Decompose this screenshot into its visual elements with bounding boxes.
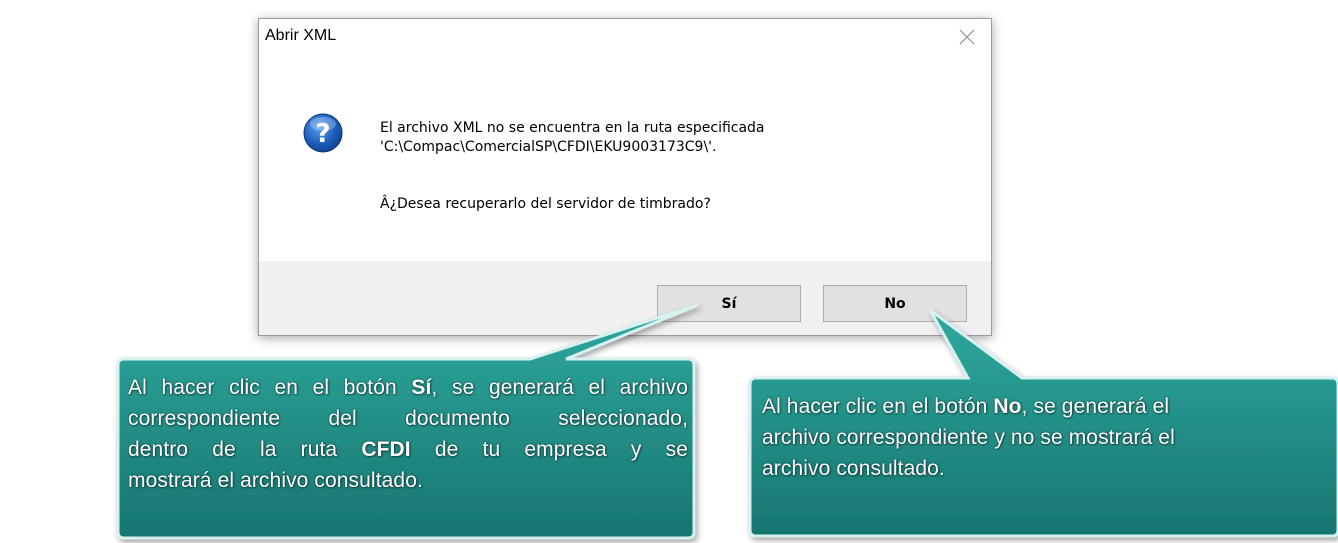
message-line-1: El archivo XML no se encuentra en la rut… — [380, 120, 765, 136]
callout-left-bold-cfdi: CFDI — [361, 438, 411, 461]
close-button[interactable] — [945, 21, 989, 53]
no-button[interactable]: No — [823, 285, 967, 322]
callout-right-line1-post: , se generará el — [1021, 395, 1170, 418]
callout-left-line1-pre: Al hacer clic en el botón — [128, 376, 412, 399]
yes-button[interactable]: Sí — [657, 285, 801, 322]
question-icon: ? — [303, 113, 343, 153]
message-question: Â¿Desea recuperarlo del servidor de timb… — [380, 196, 711, 212]
close-icon — [959, 29, 975, 45]
callout-left-line-1: Al hacer clic en el botón Sí, se generar… — [128, 372, 688, 403]
callout-right-bold-no: No — [993, 395, 1022, 418]
callout-left-line3-pre: dentro de la ruta — [128, 438, 362, 461]
dialog-content: ? El archivo XML no se encuentra en la r… — [259, 55, 991, 263]
callout-right-line1-pre: Al hacer clic en el botón — [762, 395, 994, 418]
callout-right-line-3: archivo consultado. — [762, 457, 945, 480]
callout-left-bold-si: Sí — [411, 376, 432, 399]
callout-right-line-1: Al hacer clic en el botón No, se generar… — [762, 391, 1332, 422]
callout-left-line-2: correspondiente del documento selecciona… — [128, 407, 688, 430]
dialog-footer: Sí No — [259, 261, 991, 335]
callout-right-line-2: archivo correspondiente y no se mostrará… — [762, 426, 1175, 449]
svg-text:?: ? — [315, 119, 330, 149]
title-bar: Abrir XML — [259, 19, 991, 55]
callout-right-text: Al hacer clic en el botón No, se generar… — [762, 391, 1332, 484]
dialog-title: Abrir XML — [265, 27, 337, 44]
callout-left-line1-post: , se generará el archivo — [431, 376, 688, 399]
abrir-xml-dialog: Abrir XML ? El archivo XML no se encuent… — [258, 18, 992, 336]
callout-left-line3-post: de tu empresa y se — [410, 438, 688, 461]
dialog-message: El archivo XML no se encuentra en la rut… — [380, 119, 765, 212]
message-line-2: 'C:\Compac\ComercialSP\CFDI\EKU9003173C9… — [380, 139, 717, 155]
callout-left-text: Al hacer clic en el botón Sí, se generar… — [128, 372, 688, 496]
callout-left-line-4: mostrará el archivo consultado. — [128, 469, 423, 492]
callout-left-line-3: dentro de la ruta CFDI de tu empresa y s… — [128, 434, 688, 465]
